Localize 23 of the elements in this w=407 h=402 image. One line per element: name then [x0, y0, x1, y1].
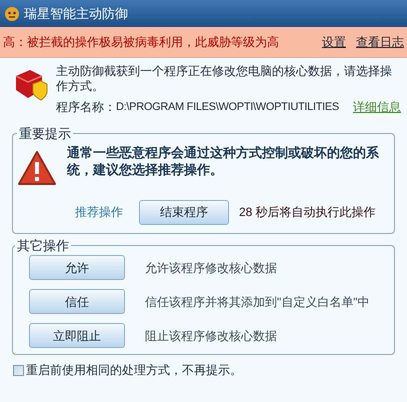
action-button[interactable]: 信任 [29, 289, 125, 314]
countdown-text: 28 秒后将自动执行此操作 [239, 204, 376, 221]
action-button[interactable]: 立即阻止 [29, 323, 125, 348]
link[interactable]: 设置 [322, 33, 346, 51]
intro-message: 主动防御截获到一个程序正在修改您电脑的核心数据，请选择操作方式。 [56, 64, 393, 94]
action-button[interactable]: 允许 [29, 255, 125, 280]
warning-text: 通常一些恶意程序会通过这种方式控制或破坏的您的系统，建议您选择推荐操作。 [67, 144, 380, 178]
checkbox-label: 重启前使用相同的处理方式，不再提示。 [26, 362, 242, 379]
window-title: 瑞星智能主动防御 [24, 4, 128, 23]
details-link[interactable]: 详细信息 [353, 98, 401, 116]
recommend-label: 推荐操作 [75, 204, 123, 221]
panel-legend: 其它操作 [15, 236, 71, 255]
end-program-button[interactable]: 结束程序 [139, 200, 229, 224]
action-description: 信任该程序并将其添加到"自定义白名单"中 [145, 294, 370, 310]
checkbox[interactable] [13, 364, 24, 376]
program-label: 程序名称： [56, 99, 116, 116]
action-description: 允许该程序修改核心数据 [145, 260, 277, 276]
alert-text: 高：被拦截的操作极易被病毒利用，此威胁等级为高 [3, 34, 279, 51]
warning-icon [17, 150, 57, 188]
action-description: 阻止该程序修改核心数据 [145, 328, 277, 344]
program-path: D:\PROGRAM FILES\WOPTI\WOPTIUTILITIES [116, 100, 339, 115]
link[interactable]: 查看日志 [356, 33, 404, 51]
panel-legend: 重要提示 [17, 124, 73, 144]
